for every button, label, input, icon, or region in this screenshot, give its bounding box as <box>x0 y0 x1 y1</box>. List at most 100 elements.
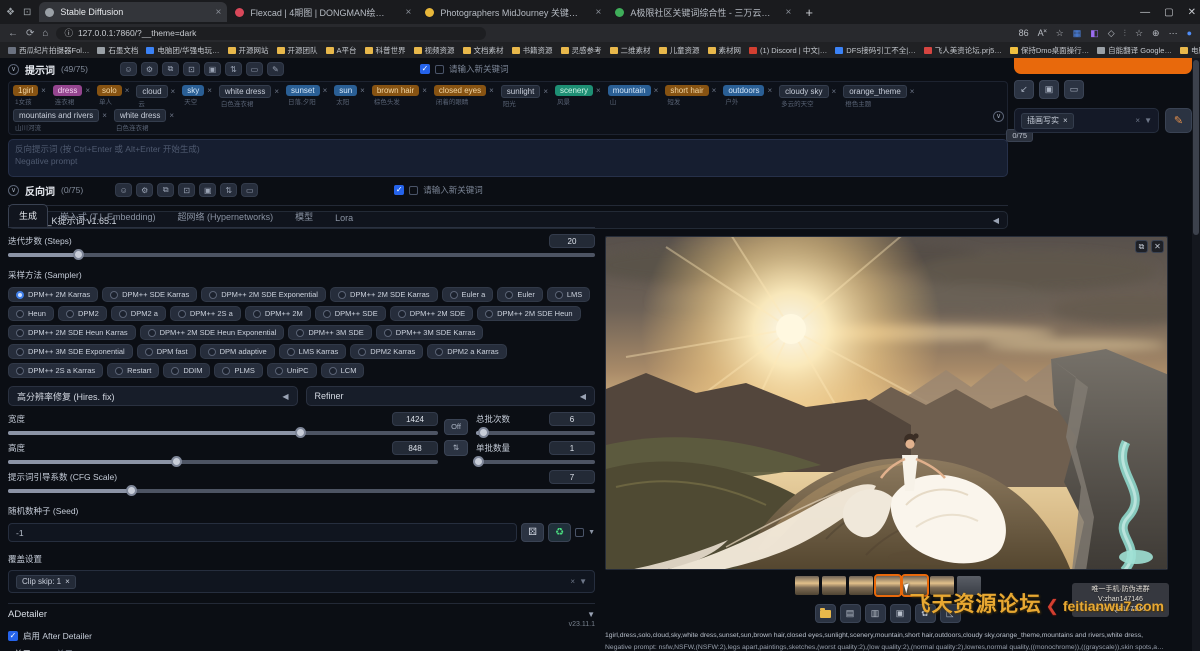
browser-tab[interactable]: A极限社区关键词综合性 - 三万云…× <box>609 2 797 22</box>
swap-dimensions-button[interactable]: ⇅ <box>444 440 468 456</box>
close-preview-icon[interactable]: ✕ <box>1151 240 1164 253</box>
bookmark-item[interactable]: (1) Discord | 中文|… <box>747 45 829 56</box>
sampler-option[interactable]: DPM++ 2M SDE Heun Karras <box>8 325 136 340</box>
prompt-tag[interactable]: white dress×白色连衣裙 <box>219 85 279 108</box>
paste-params-button[interactable]: ↙ <box>1014 80 1034 99</box>
sampler-option[interactable]: DPM adaptive <box>200 344 275 359</box>
sampler-option[interactable]: DPM2 a Karras <box>427 344 506 359</box>
tab-close-icon[interactable]: × <box>786 7 792 18</box>
refiner-accordion[interactable]: Refiner ◀ <box>306 386 596 406</box>
generate-button[interactable] <box>1014 58 1192 74</box>
negative-keyword-box-icon[interactable] <box>409 186 418 195</box>
seed-input[interactable]: -1 <box>8 523 517 542</box>
bookmark-item[interactable]: 自能翻译 Google… <box>1095 45 1174 56</box>
batch-size-value[interactable]: 1 <box>549 441 595 455</box>
browser-toolbar-icon[interactable]: ◧ <box>1090 28 1099 39</box>
back-icon[interactable]: ← <box>8 28 18 39</box>
tab-close-icon[interactable]: × <box>596 7 602 18</box>
sampler-option[interactable]: DPM++ 3M SDE Exponential <box>8 344 133 359</box>
seed-extra-checkbox[interactable] <box>575 528 584 537</box>
cfg-value[interactable]: 7 <box>549 470 595 484</box>
bookmark-item[interactable]: 素材网 <box>706 45 744 56</box>
tag-remove-icon[interactable]: × <box>543 87 548 96</box>
bookmark-item[interactable]: 儿童资源 <box>657 45 702 56</box>
override-dropdown-icon[interactable]: ▼ <box>579 577 587 586</box>
tab-嵌入式 (T.I. Embedding)[interactable]: 嵌入式 (T.I. Embedding) <box>50 206 166 227</box>
bookmark-item[interactable]: 石墨文档 <box>95 45 140 56</box>
prompt-toolbar-icon[interactable]: ✎ <box>267 62 284 76</box>
sampler-option[interactable]: Euler a <box>442 287 494 302</box>
refresh-icon[interactable]: ⟳ <box>26 28 34 39</box>
tag-remove-icon[interactable]: × <box>274 87 279 96</box>
hires-off-button[interactable]: Off <box>444 419 468 435</box>
bookmark-item[interactable]: 电脑视频 <box>1178 45 1200 56</box>
apply-style-button[interactable]: ✎ <box>1165 108 1192 133</box>
cfg-slider[interactable] <box>8 489 595 493</box>
negative-toolbar-icon[interactable]: ☺ <box>115 183 132 197</box>
sampler-option[interactable]: UniPC <box>267 363 317 378</box>
bookmark-item[interactable]: A平台 <box>324 45 359 56</box>
browser-toolbar-icon[interactable]: ◇ <box>1108 28 1115 39</box>
prompt-tag[interactable]: sunset×日落,夕阳 <box>286 85 327 108</box>
browser-toolbar-icon[interactable]: ⊕ <box>1152 28 1160 39</box>
browser-toolbar-icon[interactable]: ☆ <box>1135 28 1143 39</box>
prompt-tag[interactable]: closed eyes×闭着的眼睛 <box>434 85 494 108</box>
close-button[interactable]: ✕ <box>1188 7 1196 18</box>
sampler-option[interactable]: DPM++ 2S a <box>170 306 241 321</box>
bookmark-item[interactable]: 灵感参考 <box>559 45 604 56</box>
prompt-tag[interactable]: brown hair×棕色头发 <box>372 85 427 108</box>
tab-超网络 (Hypernetworks)[interactable]: 超网络 (Hypernetworks) <box>168 206 284 227</box>
tag-remove-icon[interactable]: × <box>323 86 328 95</box>
tag-remove-icon[interactable]: × <box>171 87 176 96</box>
bookmark-item[interactable]: 电脑团/华强电玩… <box>144 45 221 56</box>
result-thumbnail[interactable] <box>876 576 900 595</box>
open-folder-button[interactable] <box>815 604 836 623</box>
browser-tab[interactable]: Flexcad | 4期图 | DONGMAN绘…× <box>229 2 417 22</box>
sampler-option[interactable]: LMS <box>547 287 590 302</box>
width-value[interactable]: 1424 <box>392 412 438 426</box>
tag-remove-icon[interactable]: × <box>360 86 365 95</box>
batch-size-slider[interactable] <box>476 460 595 464</box>
negative-toolbar-icon[interactable]: ▣ <box>199 183 216 197</box>
sampler-option[interactable]: Euler <box>497 287 543 302</box>
browser-toolbar-icon[interactable]: ☆ <box>1056 28 1064 39</box>
bookmark-item[interactable]: 视频资源 <box>412 45 457 56</box>
prompt-tag[interactable]: sunlight×阳光 <box>501 85 548 108</box>
bookmark-item[interactable]: 文档素材 <box>461 45 506 56</box>
negative-toolbar-icon[interactable]: ⚙ <box>136 183 153 197</box>
adetailer-accordion[interactable]: ADetailer ▼ <box>8 603 595 620</box>
negative-toolbar-icon[interactable]: ▭ <box>241 183 258 197</box>
prompt-tag[interactable]: white dress×白色连衣裙 <box>114 109 174 132</box>
prompt-toolbar-icon[interactable]: ▭ <box>246 62 263 76</box>
prompt-tag[interactable]: dress×连衣裙 <box>53 85 90 108</box>
prompt-tag[interactable]: solo×单人 <box>97 85 129 108</box>
batch-count-value[interactable]: 6 <box>549 412 595 426</box>
tag-remove-icon[interactable]: × <box>102 111 107 120</box>
adetailer-unit-tab[interactable]: 单元 2 <box>54 646 82 651</box>
bookmark-item[interactable]: 开源网站 <box>226 45 271 56</box>
tag-remove-icon[interactable]: × <box>489 86 494 95</box>
tab-Lora[interactable]: Lora <box>325 209 363 227</box>
bookmark-item[interactable]: 开源团队 <box>275 45 320 56</box>
tag-remove-icon[interactable]: × <box>125 86 130 95</box>
prompt-tag[interactable]: 1girl×1女孩 <box>13 85 46 108</box>
clear-prompt-button[interactable]: ▭ <box>1064 80 1084 99</box>
negative-collapse-icon[interactable]: ∨ <box>8 185 19 196</box>
browser-toolbar-icon[interactable]: ⋯ <box>1169 28 1178 39</box>
height-slider[interactable] <box>8 460 438 464</box>
negative-prompt-textarea[interactable]: 反向提示词 (按 Ctrl+Enter 或 Alt+Enter 开始生成) Ne… <box>8 139 1008 177</box>
batch-count-slider[interactable] <box>476 431 595 435</box>
tag-remove-icon[interactable]: × <box>767 86 772 95</box>
sampler-option[interactable]: LMS Karras <box>279 344 347 359</box>
keyword-box-icon[interactable] <box>435 65 444 74</box>
browser-toolbar-icon[interactable]: ⫶ <box>1124 28 1126 39</box>
sampler-option[interactable]: LCM <box>321 363 365 378</box>
sampler-option[interactable]: DPM++ SDE Karras <box>102 287 197 302</box>
reuse-seed-button[interactable]: ♻ <box>548 523 571 542</box>
sampler-option[interactable]: DPM++ 3M SDE Karras <box>376 325 484 340</box>
save-zip-button[interactable]: ▥ <box>865 604 886 623</box>
hires-fix-accordion[interactable]: 高分辨率修复 (Hires. fix) ◀ <box>8 386 298 406</box>
sampler-option[interactable]: DPM2 a <box>111 306 166 321</box>
sampler-option[interactable]: DPM++ 2M SDE Heun Exponential <box>140 325 285 340</box>
site-info-icon[interactable]: ⓘ <box>64 27 73 39</box>
